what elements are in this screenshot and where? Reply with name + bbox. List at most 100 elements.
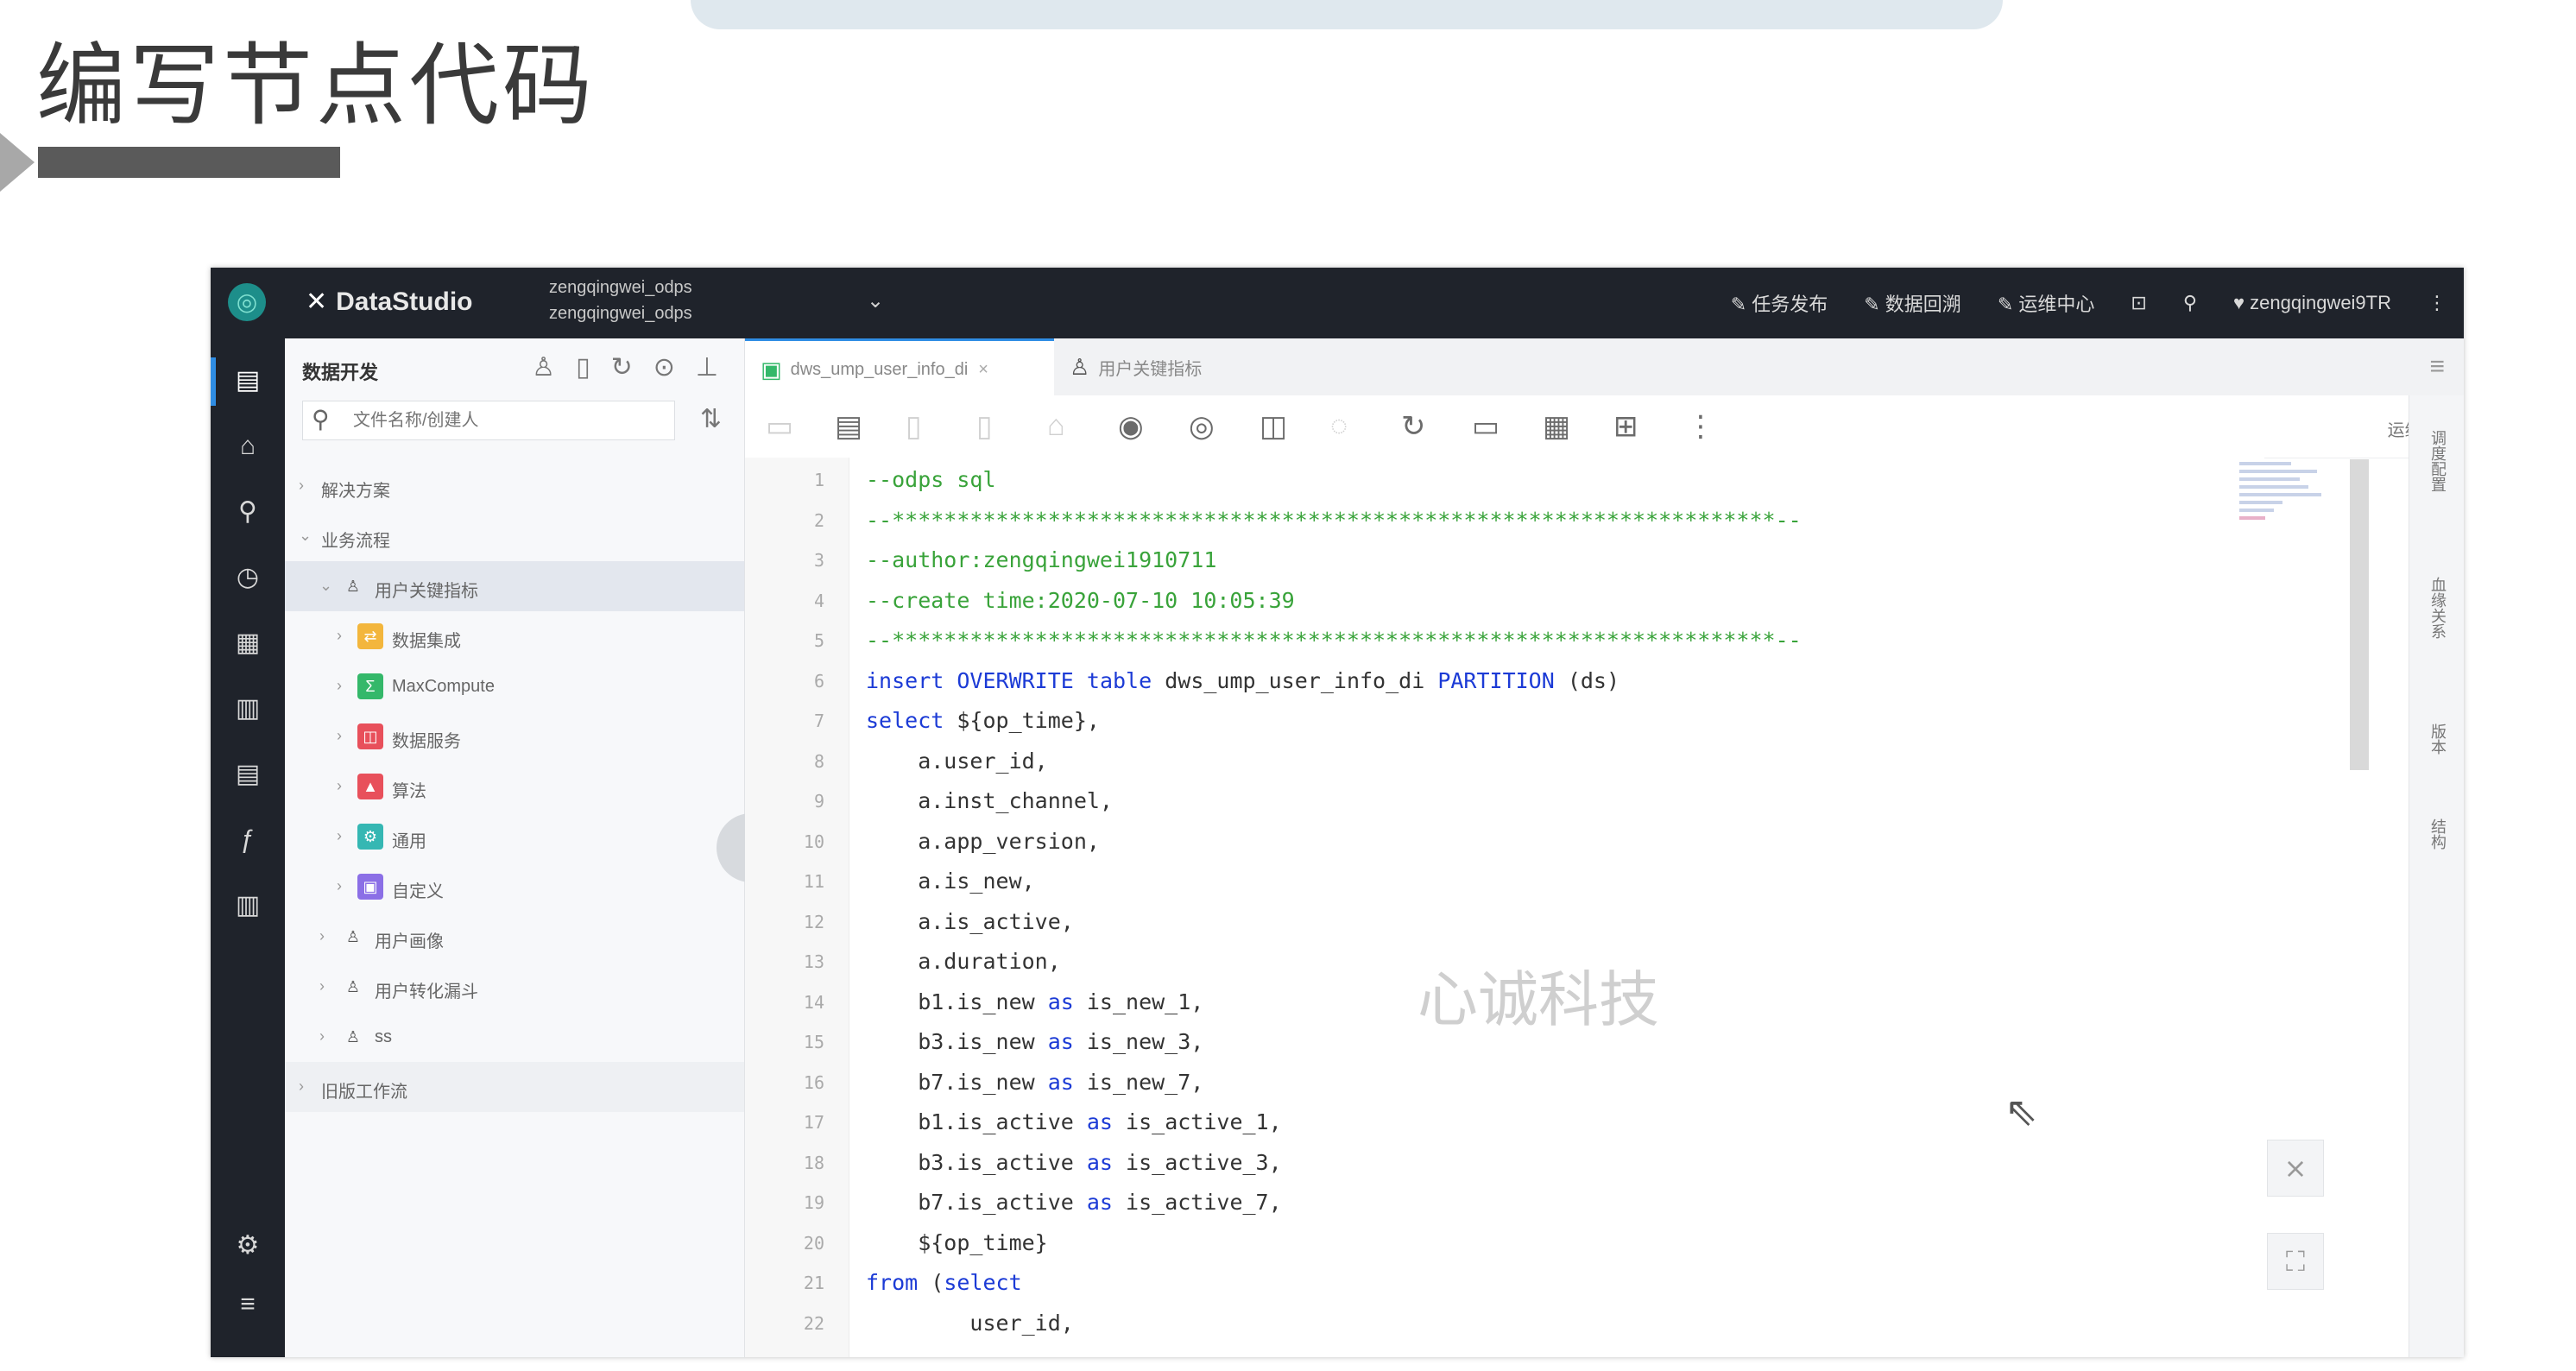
code-text: --author:zengqingwei1910711 (866, 547, 1217, 572)
chevron-right-icon[interactable]: › (337, 677, 342, 695)
collapse-icon[interactable]: ⨯ (2267, 1140, 2324, 1197)
save-icon[interactable]: ▭ (766, 409, 793, 444)
tree-item[interactable]: › ♙ 用户画像 (285, 912, 744, 962)
tree-item[interactable]: › ♙ ss (285, 1012, 744, 1062)
code-structure-icon[interactable]: ⊞ (1613, 409, 1638, 444)
import-icon[interactable]: ⊥ (696, 352, 718, 382)
data-backfill-link[interactable]: ✎ 数据回溯 (1864, 289, 1961, 317)
chevron-right-icon[interactable]: › (299, 477, 304, 495)
code-editor[interactable]: 1 --odps sql 2 --**************************… (745, 458, 2264, 1357)
table-icon[interactable]: ▥ (230, 691, 266, 727)
code-minimap[interactable] (2239, 458, 2334, 561)
chevron-right-icon[interactable]: › (337, 877, 342, 895)
tree-item[interactable]: ⌄ ♙ 用户关键指标 (285, 561, 744, 611)
component-icon[interactable]: ▦ (230, 625, 266, 661)
tree-item[interactable]: › ♙ 用户转化漏斗 (285, 962, 744, 1012)
rail-structure[interactable]: 结构 (2425, 818, 2449, 850)
chevron-right-icon[interactable]: › (337, 827, 342, 845)
rail-version[interactable]: 版本 (2425, 723, 2449, 755)
new-file-icon[interactable]: ▯ (576, 352, 590, 382)
tree-item[interactable]: › 旧版工作流 (285, 1062, 744, 1112)
rail-schedule-config[interactable]: 调度配置 (2425, 430, 2449, 492)
commit-icon[interactable]: ▯ (906, 409, 922, 444)
code-text: b7.is_new as is_new_7, (866, 1069, 1204, 1095)
line-number: 10 (803, 831, 824, 852)
app-brand[interactable]: ✕ DataStudio (306, 287, 472, 317)
chevron-down-icon[interactable]: ⌄ (299, 527, 312, 545)
chevron-right-icon[interactable]: › (319, 927, 325, 945)
dataworks-logo-icon[interactable]: ◎ (228, 283, 266, 321)
tabs-menu-icon[interactable]: ≡ (2429, 352, 2445, 382)
code-line: 6 insert OVERWRITE table dws_ump_user_inf… (745, 662, 2264, 700)
recycle-bin-icon[interactable]: ▥ (230, 888, 266, 924)
lock-icon[interactable]: ⌂ (1047, 409, 1065, 443)
tree-item[interactable]: › 解决方案 (285, 461, 744, 511)
save-as-icon[interactable]: ▤ (835, 409, 862, 444)
tab-user-key-metrics[interactable]: ♙ 用户关键指标 (1054, 338, 1279, 395)
more-icon[interactable]: ⋮ (1686, 409, 1715, 444)
tree-search-box: ⚲ (302, 401, 675, 440)
steal-lock-icon[interactable]: ▯ (976, 409, 993, 444)
chevron-right-icon[interactable]: › (337, 727, 342, 745)
data-dev-icon[interactable]: ▤ (230, 363, 266, 399)
export-icon[interactable]: ⊡ (2131, 292, 2146, 314)
code-text: insert OVERWRITE table dws_ump_user_info… (866, 667, 1620, 693)
fullscreen-icon[interactable]: ⛶ (2267, 1233, 2324, 1290)
chevron-right-icon[interactable]: › (319, 977, 325, 995)
tree-item[interactable]: › ⚙ 通用 (285, 812, 744, 862)
tree-list: › 解决方案 ⌄ 业务流程 ⌄ ♙ 用户关键指标 › ⇄ 数据集成 › Σ MaxCompute › ◫ 数据… (285, 461, 744, 1112)
code-line: 3 --author:zengqingwei1910711 (745, 541, 2264, 579)
run-icon[interactable]: ◉ (1118, 409, 1144, 444)
chevron-right-icon[interactable]: › (337, 777, 342, 795)
slide-title-underline (38, 147, 340, 178)
locate-icon[interactable]: ⊙ (653, 352, 675, 382)
top-right-links: ✎ 任务发布 ✎ 数据回溯 ✎ 运维中心 ⊡ ⚲ ♥ zengqingwei9T… (1731, 268, 2447, 338)
user-icon[interactable]: ♙ (532, 352, 555, 382)
tree-item-label: 算法 (392, 782, 426, 801)
chevron-right-icon[interactable]: › (337, 627, 342, 645)
tree-item[interactable]: › ▣ 自定义 (285, 862, 744, 912)
node-type-icon: ⇄ (357, 623, 383, 649)
chevron-right-icon[interactable]: › (319, 1027, 325, 1046)
rail-lineage[interactable]: 血缘关系 (2425, 577, 2449, 639)
clock-icon[interactable]: ◷ (230, 559, 266, 596)
search-icon[interactable]: ⚲ (2183, 292, 2197, 314)
task-publish-link[interactable]: ✎ 任务发布 (1731, 289, 1828, 317)
tree-item[interactable]: › Σ MaxCompute (285, 661, 744, 711)
home-icon[interactable]: ⌂ (230, 428, 266, 464)
mouse-cursor-icon: ⇖ (2005, 1089, 2038, 1134)
deploy-icon[interactable]: ◌ (1330, 409, 1348, 443)
search-nav-icon[interactable]: ⚲ (230, 494, 266, 530)
tree-search-input[interactable] (351, 408, 666, 433)
chevron-right-icon[interactable]: › (299, 1077, 304, 1096)
function-icon[interactable]: ƒ (230, 822, 266, 858)
run-with-params-icon[interactable]: ◎ (1189, 409, 1215, 444)
menu-icon[interactable]: ≡ (230, 1286, 266, 1323)
code-line: 1 --odps sql (745, 461, 2264, 499)
refresh-icon[interactable]: ↻ (611, 352, 633, 382)
list-icon[interactable]: ▤ (230, 756, 266, 793)
ops-center-link[interactable]: ✎ 运维中心 (1998, 289, 2095, 317)
tree-item[interactable]: ⌄ 业务流程 (285, 511, 744, 561)
tab-dws-ump-user-info-di[interactable]: ▣ dws_ump_user_info_di × (745, 338, 1054, 398)
format-icon[interactable]: ▭ (1472, 409, 1500, 444)
more-icon[interactable]: ⋮ (2428, 292, 2447, 314)
close-icon[interactable]: × (978, 360, 988, 380)
chevron-down-icon[interactable]: ⌄ (319, 577, 332, 595)
tree-item-label: 自定义 (392, 882, 444, 901)
line-number: 13 (803, 951, 824, 972)
tree-item[interactable]: › ◫ 数据服务 (285, 711, 744, 761)
tree-item[interactable]: › ⇄ 数据集成 (285, 611, 744, 661)
tree-item[interactable]: › ▲ 算法 (285, 761, 744, 812)
chevron-down-icon[interactable]: ⌄ (867, 288, 884, 313)
filter-icon[interactable]: ⇅ (700, 404, 722, 434)
workflow-icon: ♙ (345, 1028, 361, 1046)
code-line: 22 user_id, (745, 1305, 2264, 1343)
reload-icon[interactable]: ↻ (1401, 409, 1426, 444)
editor-scrollbar[interactable] (2350, 459, 2369, 770)
cost-estimate-icon[interactable]: ▦ (1543, 409, 1570, 444)
settings-icon[interactable]: ⚙ (230, 1228, 266, 1264)
stop-icon[interactable]: ◫ (1260, 409, 1287, 444)
project-switcher[interactable]: zengqingwei_odps zengqingwei_odps (549, 275, 692, 326)
user-menu[interactable]: ♥ zengqingwei9TR (2233, 292, 2391, 314)
